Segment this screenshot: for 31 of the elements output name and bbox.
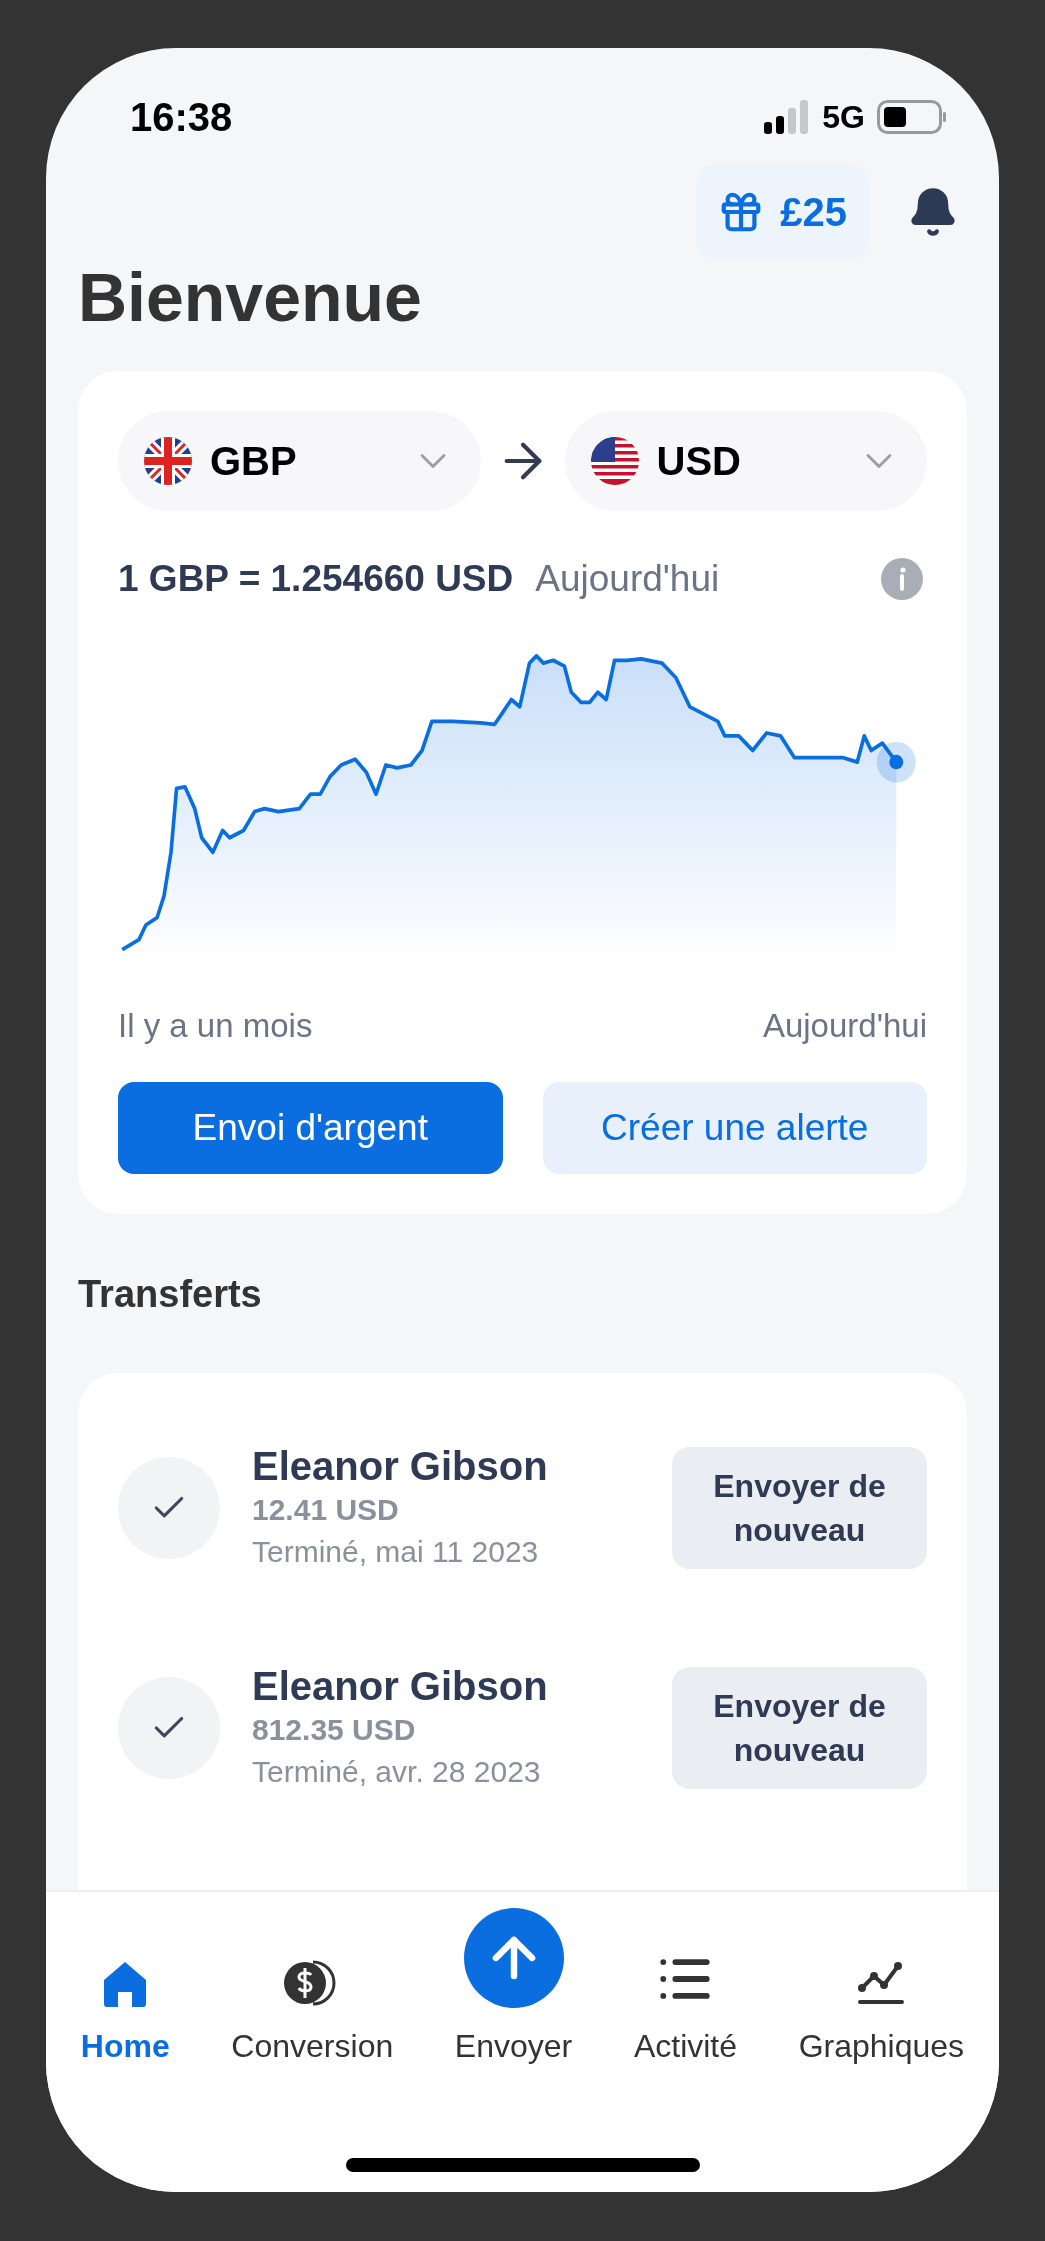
flag-icon [144,437,192,485]
section-title: Transferts [78,1272,263,1317]
network-label: 5G [822,98,865,137]
currency-select[interactable]: GBP [118,411,481,511]
reward-button[interactable]: £25 [696,164,869,259]
send-money-button[interactable]: Envoi d'argent [118,1082,503,1174]
transfer-amount: 812.35 USD [252,1712,417,1748]
nav-tab[interactable]: Envoyer [454,1908,573,2070]
transfer-amount: 12.41 USD [252,1492,400,1528]
nav-tab[interactable]: Graphiques [798,1958,965,2070]
nav-tab[interactable]: Activité [633,1950,738,2070]
status-time: 16:38 [130,94,233,141]
range-end-label: Aujourd'hui [762,1005,927,1046]
transfer-status: Terminé, avr. 28 2023 [252,1754,542,1790]
signal-icon [764,100,811,134]
rate-date: Aujourd'hui [535,557,720,601]
recipient-name: Eleanor Gibson [252,1663,549,1709]
flag-icon [590,437,639,485]
transfer-status: Terminé, mai 11 2023 [252,1534,540,1570]
recipient-name: Eleanor Gibson [252,1443,549,1489]
resend-button[interactable]: Envoyer de nouveau [672,1447,927,1569]
nav-tab[interactable]: Home [80,1960,170,2070]
currency-select[interactable]: USD [564,411,927,511]
create-alert-button[interactable]: Créer une alerte [542,1082,927,1174]
nav-tab[interactable]: Conversion [231,1958,394,2070]
exchange-rate: 1 GBP = 1.254660 USD [118,557,514,601]
home-icon [102,1960,149,2008]
resend-button[interactable]: Envoyer de nouveau [672,1667,927,1789]
page-title: Bienvenue [78,263,423,331]
battery-icon [877,100,947,134]
range-start-label: Il y a un mois [118,1005,313,1046]
